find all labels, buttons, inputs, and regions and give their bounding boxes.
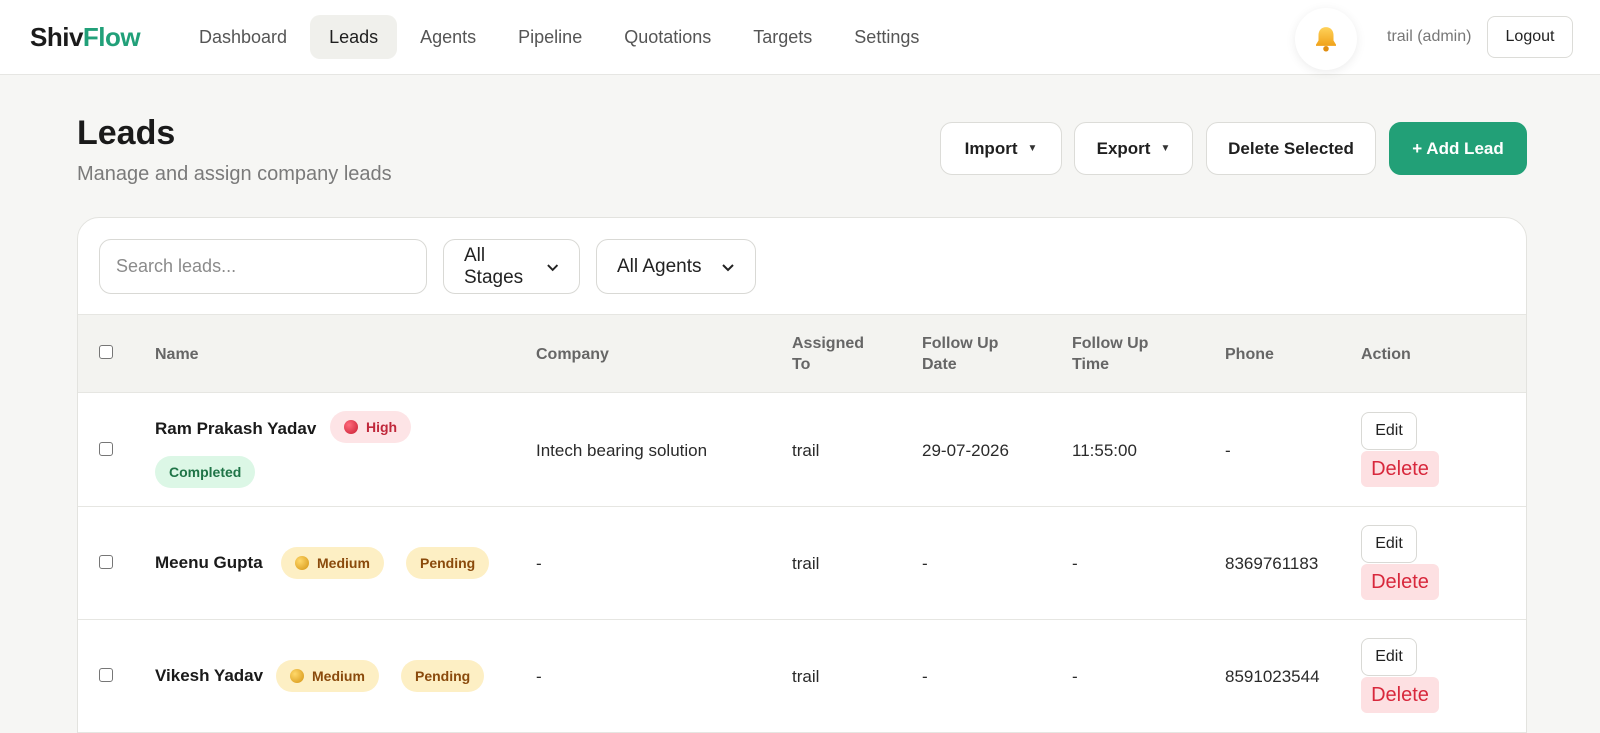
add-lead-button[interactable]: + Add Lead bbox=[1389, 122, 1527, 175]
stage-filter-value: All Stages bbox=[464, 244, 524, 288]
table-row: Vikesh Yadav Medium Pending - trail - - … bbox=[78, 620, 1526, 733]
delete-button[interactable]: Delete bbox=[1361, 564, 1439, 600]
nav-settings[interactable]: Settings bbox=[835, 15, 938, 59]
lead-follow-time: 11:55:00 bbox=[1072, 441, 1137, 460]
chevron-down-icon bbox=[546, 263, 558, 271]
lead-phone: 8591023544 bbox=[1225, 667, 1320, 686]
lead-name[interactable]: Ram Prakash Yadav bbox=[155, 419, 316, 439]
delete-button[interactable]: Delete bbox=[1361, 451, 1439, 487]
priority-label: High bbox=[366, 419, 398, 435]
lead-phone: 8369761183 bbox=[1225, 554, 1319, 573]
stage-filter-select[interactable]: All Stages bbox=[443, 239, 580, 294]
edit-button[interactable]: Edit bbox=[1361, 412, 1417, 450]
header-phone: Phone bbox=[1225, 346, 1274, 363]
header-company: Company bbox=[536, 346, 609, 363]
nav-targets[interactable]: Targets bbox=[734, 15, 831, 59]
logout-button[interactable]: Logout bbox=[1487, 16, 1573, 58]
nav-leads[interactable]: Leads bbox=[310, 15, 398, 59]
header-follow-date: Follow Up Date bbox=[922, 333, 998, 375]
delete-button[interactable]: Delete bbox=[1361, 677, 1439, 713]
header-follow-time-line1: Follow Up bbox=[1072, 335, 1149, 352]
agent-filter-select[interactable]: All Agents bbox=[596, 239, 756, 294]
page-title: Leads bbox=[77, 114, 176, 152]
export-dropdown-button[interactable]: Export ▼ bbox=[1074, 122, 1193, 175]
priority-badge: High bbox=[330, 411, 412, 443]
lead-name[interactable]: Vikesh Yadav bbox=[155, 666, 263, 686]
lead-assigned-to: trail bbox=[792, 667, 820, 686]
import-dropdown-button[interactable]: Import ▼ bbox=[940, 122, 1062, 175]
header-assigned-line2: To bbox=[792, 356, 811, 373]
lead-follow-date: - bbox=[922, 554, 928, 573]
table-row: Ram Prakash Yadav High Completed Intech … bbox=[78, 393, 1526, 507]
red-circle-icon bbox=[344, 420, 358, 434]
chevron-down-icon bbox=[722, 263, 734, 271]
page-subtitle: Manage and assign company leads bbox=[77, 163, 392, 185]
nav-quotations[interactable]: Quotations bbox=[605, 15, 730, 59]
yellow-circle-icon bbox=[295, 556, 309, 570]
priority-badge: Medium bbox=[281, 547, 384, 579]
header-follow-date-line2: Date bbox=[922, 356, 957, 373]
brand-part1: Shiv bbox=[30, 22, 83, 52]
status-badge: Completed bbox=[155, 456, 256, 488]
top-navbar: ShivFlow Dashboard Leads Agents Pipeline… bbox=[0, 0, 1600, 75]
select-all-checkbox[interactable] bbox=[99, 345, 113, 359]
nav-agents[interactable]: Agents bbox=[401, 15, 495, 59]
priority-label: Medium bbox=[317, 555, 370, 571]
header-assigned: Assigned To bbox=[792, 333, 864, 375]
edit-button[interactable]: Edit bbox=[1361, 638, 1417, 676]
lead-assigned-to: trail bbox=[792, 554, 820, 573]
table-row: Meenu Gupta Medium Pending - trail - - 8… bbox=[78, 507, 1526, 620]
header-follow-date-line1: Follow Up bbox=[922, 335, 999, 352]
lead-company: - bbox=[536, 667, 542, 686]
yellow-circle-icon bbox=[290, 669, 304, 683]
header-assigned-line1: Assigned bbox=[792, 335, 865, 352]
lead-phone: - bbox=[1225, 441, 1231, 460]
import-label: Import bbox=[964, 138, 1018, 158]
delete-selected-button[interactable]: Delete Selected bbox=[1206, 122, 1376, 175]
priority-badge: Medium bbox=[276, 660, 379, 692]
bell-icon bbox=[1316, 27, 1336, 52]
nav-pipeline[interactable]: Pipeline bbox=[499, 15, 601, 59]
nav-dashboard[interactable]: Dashboard bbox=[180, 15, 306, 59]
lead-follow-date: 29-07-2026 bbox=[922, 441, 1009, 460]
export-label: Export bbox=[1096, 138, 1151, 158]
lead-company: - bbox=[536, 554, 542, 573]
row-checkbox[interactable] bbox=[99, 442, 113, 456]
header-action: Action bbox=[1361, 346, 1411, 363]
table-header: Name Company Assigned To Follow Up Date … bbox=[78, 314, 1526, 393]
lead-assigned-to: trail bbox=[792, 441, 820, 460]
header-follow-time: Follow Up Time bbox=[1072, 333, 1148, 375]
status-badge: Pending bbox=[406, 547, 490, 579]
status-badge: Pending bbox=[401, 660, 485, 692]
caret-down-icon: ▼ bbox=[1027, 143, 1038, 154]
agent-filter-value: All Agents bbox=[617, 255, 702, 277]
row-checkbox[interactable] bbox=[99, 555, 113, 569]
caret-down-icon: ▼ bbox=[1160, 143, 1171, 154]
lead-company: Intech bearing solution bbox=[536, 441, 708, 460]
lead-follow-time: - bbox=[1072, 667, 1078, 686]
current-user-label: trail (admin) bbox=[1387, 28, 1472, 45]
notifications-button[interactable] bbox=[1295, 8, 1357, 70]
lead-name[interactable]: Meenu Gupta bbox=[155, 553, 263, 573]
row-checkbox[interactable] bbox=[99, 668, 113, 682]
leads-card: All Stages All Agents Name Company Assig… bbox=[77, 217, 1527, 733]
lead-follow-date: - bbox=[922, 667, 928, 686]
header-name: Name bbox=[155, 346, 199, 363]
header-follow-time-line2: Time bbox=[1072, 356, 1110, 373]
lead-follow-time: - bbox=[1072, 554, 1078, 573]
priority-label: Medium bbox=[312, 668, 365, 684]
brand-logo[interactable]: ShivFlow bbox=[30, 22, 141, 53]
edit-button[interactable]: Edit bbox=[1361, 525, 1417, 563]
brand-part2: Flow bbox=[82, 22, 141, 52]
main-nav: Dashboard Leads Agents Pipeline Quotatio… bbox=[180, 15, 938, 59]
search-input[interactable] bbox=[99, 239, 427, 294]
